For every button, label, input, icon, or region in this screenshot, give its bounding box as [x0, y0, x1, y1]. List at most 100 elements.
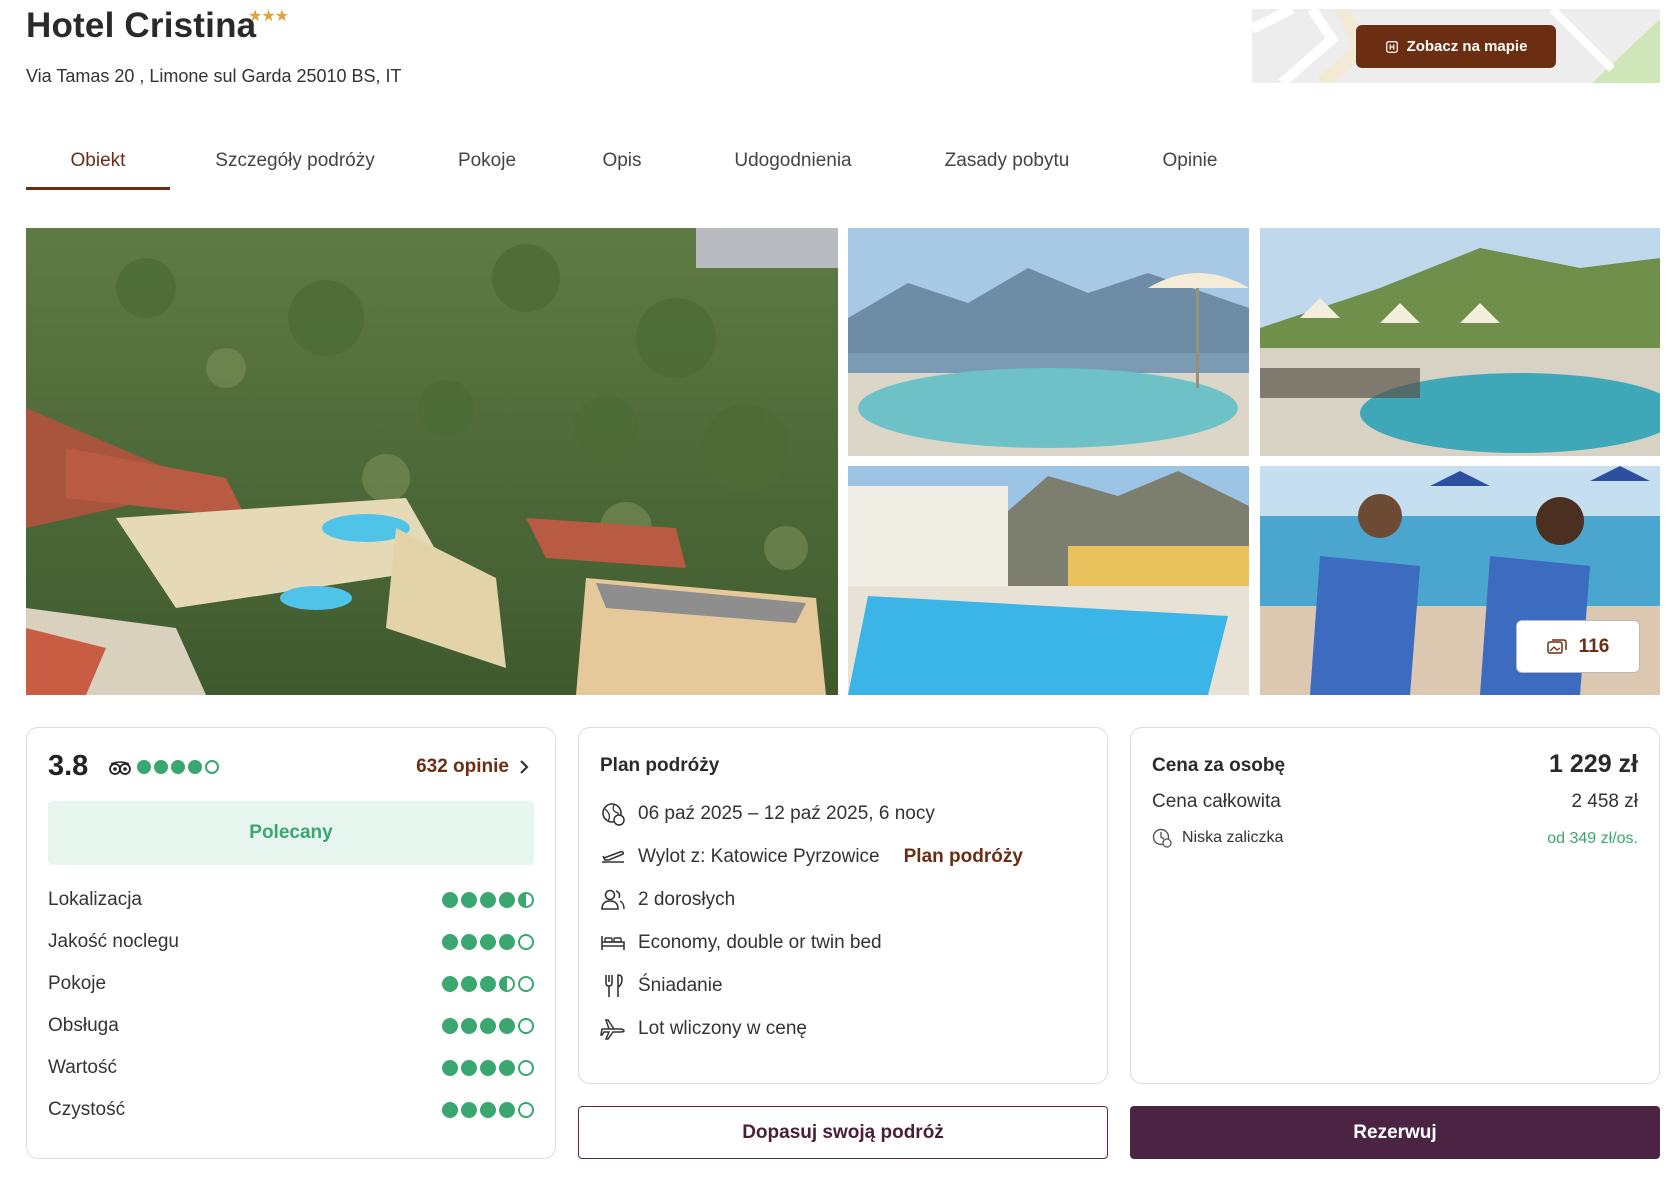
rating-dot: [154, 760, 168, 774]
rating-dot: [442, 976, 458, 992]
tab-opis[interactable]: Opis: [554, 140, 690, 190]
category-row: Jakość noclegu: [48, 931, 534, 953]
pool-sunloungers-image: [1260, 228, 1660, 456]
category-dots: [442, 976, 534, 992]
rating-dot: [480, 1018, 496, 1034]
total-price-label: Cena całkowita: [1152, 791, 1281, 812]
rating-dot: [461, 934, 477, 950]
category-dots: [442, 934, 534, 950]
customize-trip-button[interactable]: Dopasuj swoją podróż: [578, 1106, 1108, 1159]
rating-dot: [518, 1102, 534, 1118]
deposit-value: od 349 zł/os.: [1547, 830, 1638, 847]
plan-dates: 06 paź 2025 – 12 paź 2025, 6 nocy: [600, 801, 935, 827]
rating-dot: [518, 892, 534, 908]
bed-icon: [601, 936, 625, 950]
rating-dot: [461, 1060, 477, 1076]
category-row: Obsługa: [48, 1015, 534, 1037]
map-preview[interactable]: Zobacz na mapie: [1252, 9, 1660, 83]
rating-dot: [499, 976, 515, 992]
rating-dot: [461, 892, 477, 908]
total-price-value: 2 458 zł: [1571, 791, 1638, 812]
calendar-globe-icon: [602, 803, 625, 826]
plan-departure: Wylot z: Katowice Pyrzowice Plan podróży: [600, 844, 1023, 870]
photo-count: 116: [1578, 635, 1610, 657]
tripadvisor-icon: [109, 761, 131, 775]
rating-dot: [442, 892, 458, 908]
building-icon: [1385, 40, 1398, 53]
category-label: Czystość: [48, 1099, 126, 1120]
trip-plan-link[interactable]: Plan podróży: [904, 846, 1023, 868]
rating-dot: [499, 1102, 515, 1118]
gallery-icon: [1546, 638, 1567, 654]
chevron-right-icon: [520, 760, 529, 774]
category-label: Jakość noclegu: [48, 931, 179, 952]
trip-plan-card: Plan podróży 06 paź 2025 – 12 paź 2025, …: [578, 727, 1108, 1084]
rating-dot: [442, 1102, 458, 1118]
rating-dot: [480, 892, 496, 908]
rating-dot: [442, 1060, 458, 1076]
plan-flight: Lot wliczony w cenę: [600, 1016, 807, 1042]
hotel-title: Hotel Cristina: [26, 6, 257, 45]
rating-dot: [188, 760, 202, 774]
rating-dot: [518, 1018, 534, 1034]
rating-dot: [171, 760, 185, 774]
photo-pool-mountains[interactable]: [848, 466, 1249, 695]
category-dots: [442, 1102, 534, 1118]
rating-dot: [499, 892, 515, 908]
plan-board: Śniadanie: [600, 973, 723, 999]
photo-pool-lake[interactable]: [848, 228, 1249, 456]
category-label: Pokoje: [48, 973, 107, 994]
book-button[interactable]: Rezerwuj: [1130, 1106, 1660, 1159]
price-card: Cena za osobę 1 229 zł Cena całkowita 2 …: [1130, 727, 1660, 1084]
plan-departure-text: Wylot z: Katowice Pyrzowice: [638, 846, 880, 867]
pool-lake-image: [848, 228, 1249, 456]
recommended-badge: Polecany: [48, 801, 534, 865]
show-map-button[interactable]: Zobacz na mapie: [1356, 25, 1556, 68]
rating-dot: [461, 976, 477, 992]
price-per-person-value: 1 229 zł: [1549, 750, 1638, 778]
plan-title: Plan podróży: [600, 755, 720, 776]
price-per-person-label: Cena za osobę: [1152, 755, 1286, 776]
photo-main-aerial[interactable]: [26, 228, 838, 695]
plan-guests-text: 2 dorosłych: [638, 889, 736, 910]
show-map-label: Zobacz na mapie: [1406, 38, 1528, 55]
category-label: Obsługa: [48, 1015, 119, 1036]
section-tabs: Obiekt Szczegóły podróży Pokoje Opis Udo…: [26, 140, 1262, 190]
category-dots: [442, 1060, 534, 1076]
hotel-address: Via Tamas 20 , Limone sul Garda 25010 BS…: [26, 66, 402, 86]
rating-dot: [480, 976, 496, 992]
category-row: Wartość: [48, 1057, 534, 1079]
reviews-count: 632 opinie: [416, 756, 509, 777]
rating-dot: [518, 934, 534, 950]
reviews-link[interactable]: 632 opinie: [416, 756, 529, 778]
tab-zasady-pobytu[interactable]: Zasady pobytu: [896, 140, 1118, 190]
photo-count-button[interactable]: 116: [1516, 620, 1640, 673]
plane-icon: [600, 1019, 625, 1040]
photo-pool-sunloungers[interactable]: [1260, 228, 1660, 456]
category-dots: [442, 892, 534, 908]
rating-dot: [499, 934, 515, 950]
rating-dot: [137, 760, 151, 774]
rating-dot: [480, 934, 496, 950]
rating-dot: [518, 1060, 534, 1076]
hotel-header: Hotel Cristina ★★★: [26, 6, 289, 46]
tab-obiekt[interactable]: Obiekt: [26, 140, 170, 190]
rating-dot: [518, 976, 534, 992]
category-dots: [442, 1018, 534, 1034]
takeoff-icon: [602, 850, 624, 863]
tab-opinie[interactable]: Opinie: [1118, 140, 1262, 190]
plan-flight-text: Lot wliczony w cenę: [638, 1018, 807, 1039]
category-row: Lokalizacja: [48, 889, 534, 911]
plan-room-text: Economy, double or twin bed: [638, 932, 882, 953]
category-label: Wartość: [48, 1057, 117, 1078]
tab-szczegoly-podrozy[interactable]: Szczegóły podróży: [170, 140, 420, 190]
rating-dot: [499, 1060, 515, 1076]
rating-dot: [461, 1018, 477, 1034]
tab-pokoje[interactable]: Pokoje: [420, 140, 554, 190]
plan-room: Economy, double or twin bed: [600, 930, 882, 956]
category-row: Czystość: [48, 1099, 534, 1121]
deposit-clock-icon: [1152, 828, 1172, 848]
aerial-hotel-image: [26, 228, 838, 695]
star-rating: ★★★: [248, 8, 289, 25]
tab-udogodnienia[interactable]: Udogodnienia: [690, 140, 896, 190]
